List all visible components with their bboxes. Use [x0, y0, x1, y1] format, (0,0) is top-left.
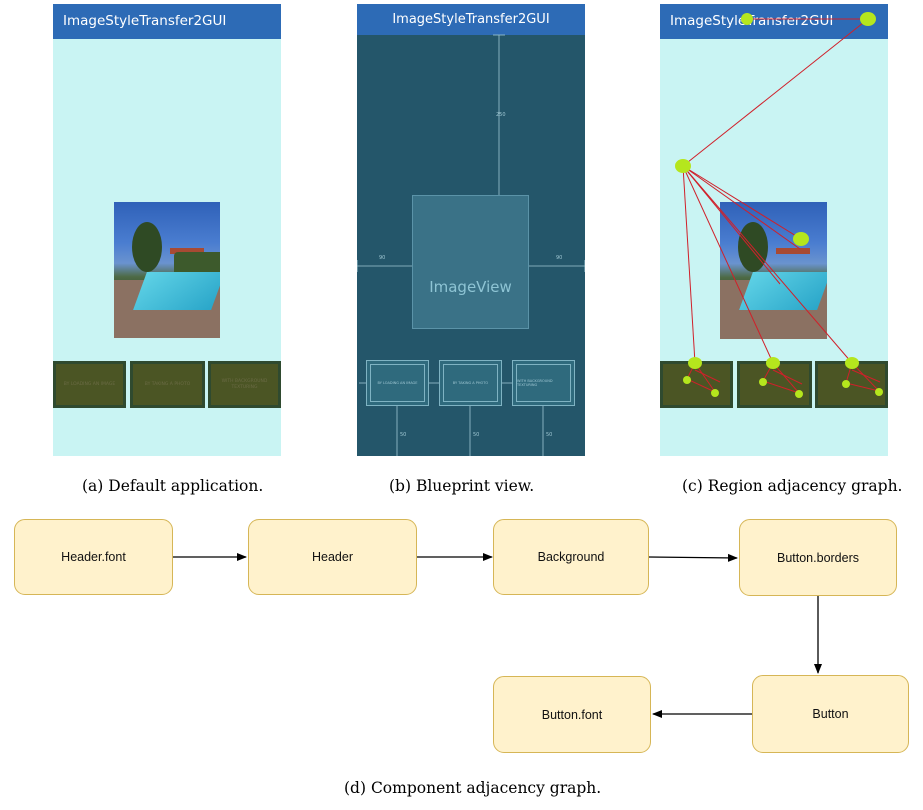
node-header: Header: [248, 519, 417, 595]
node-button: Button: [752, 675, 909, 753]
node-header-font: Header.font: [14, 519, 173, 595]
node-button-borders: Button.borders: [739, 519, 897, 596]
node-button-font: Button.font: [493, 676, 651, 753]
node-background: Background: [493, 519, 649, 595]
caption-d: (d) Component adjacency graph.: [344, 779, 602, 797]
